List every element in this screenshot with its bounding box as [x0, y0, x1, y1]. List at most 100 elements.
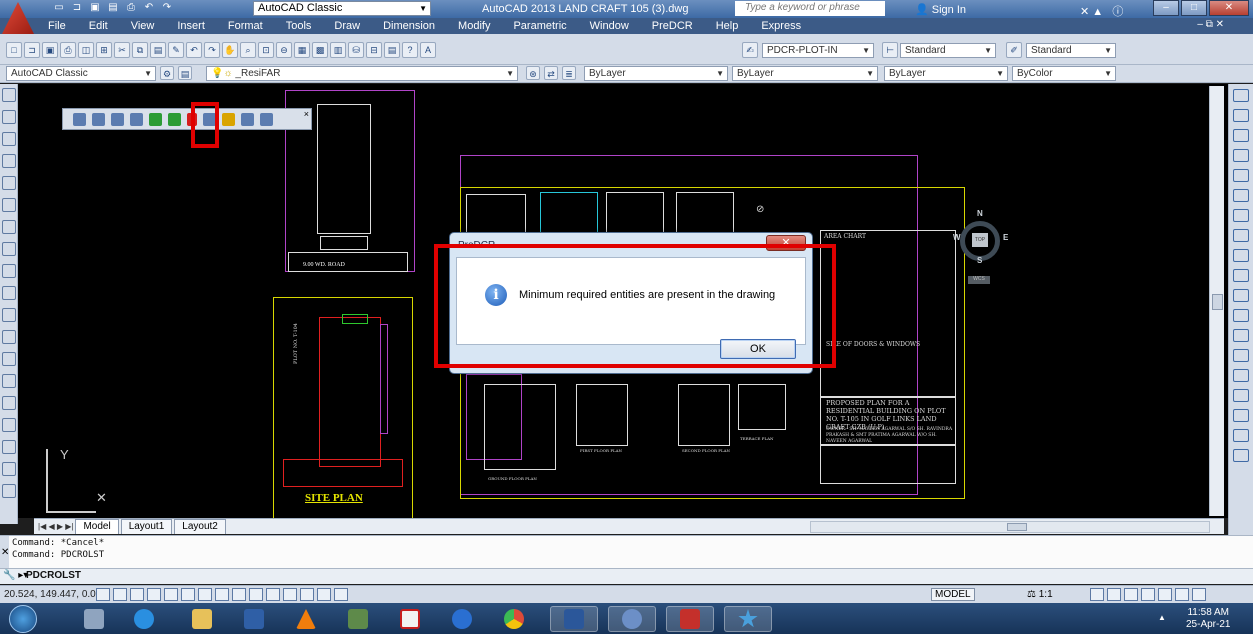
array-icon[interactable] — [1233, 169, 1249, 182]
copy-object-icon[interactable] — [1233, 109, 1249, 122]
join-icon[interactable] — [1233, 329, 1249, 342]
print-icon[interactable]: ⎙ — [60, 42, 76, 58]
close-icon[interactable]: × — [304, 109, 309, 119]
polyline-icon[interactable] — [2, 132, 16, 146]
revcloud-icon[interactable] — [2, 242, 16, 256]
rectangle-icon[interactable] — [2, 176, 16, 190]
scale-icon[interactable] — [1233, 229, 1249, 242]
copy-icon[interactable]: ⧉ — [132, 42, 148, 58]
sheet-set-icon[interactable]: ⛁ — [348, 42, 364, 58]
taskbar-app-word[interactable] — [550, 606, 598, 632]
menu-edit[interactable]: Edit — [89, 20, 108, 32]
zoom-window-icon[interactable]: ⊡ — [258, 42, 274, 58]
paste-icon[interactable]: ▤ — [150, 42, 166, 58]
erase-icon[interactable] — [1233, 89, 1249, 102]
break-icon[interactable] — [1233, 309, 1249, 322]
ellipse-icon[interactable] — [2, 286, 16, 300]
taskbar-app-folder[interactable] — [178, 606, 226, 632]
point-icon[interactable] — [2, 374, 16, 388]
markup-icon[interactable]: ⊟ — [366, 42, 382, 58]
menu-modify[interactable]: Modify — [458, 20, 490, 32]
taskbar-app-pdf[interactable] — [386, 606, 434, 632]
isolate-icon[interactable] — [1175, 588, 1189, 601]
workspace-settings-icon[interactable]: ⚙ — [160, 66, 174, 80]
new-icon[interactable]: ▭ — [52, 1, 66, 14]
hardware-accel-icon[interactable] — [1158, 588, 1172, 601]
tool-palettes-icon[interactable]: ▥ — [330, 42, 346, 58]
annotation-visibility-icon[interactable] — [1090, 588, 1104, 601]
blend-icon[interactable] — [1233, 389, 1249, 402]
offset-icon[interactable] — [1233, 149, 1249, 162]
qp-icon[interactable] — [300, 588, 314, 601]
snap-icon[interactable] — [113, 588, 127, 601]
draworder-icon[interactable] — [1233, 429, 1249, 442]
fillet-icon[interactable] — [1233, 369, 1249, 382]
close-command-icon[interactable]: ✕ — [1, 547, 9, 558]
menu-predcr[interactable]: PreDCR — [652, 20, 693, 32]
taskbar-app-paint[interactable] — [608, 606, 656, 632]
table-style-icon[interactable]: ✐ — [1006, 42, 1022, 58]
system-clock[interactable]: 11:58 AM 25-Apr-21 — [1186, 607, 1230, 631]
linetype-select[interactable]: ByLayer ▼ — [732, 66, 878, 81]
help-icon[interactable]: ? — [402, 42, 418, 58]
infer-icon[interactable] — [96, 588, 110, 601]
minimize-button[interactable]: – — [1153, 0, 1179, 16]
start-button[interactable] — [9, 605, 37, 633]
mdi-controls[interactable]: – ⧉ ✕ — [1197, 19, 1224, 30]
layer-previous-icon[interactable]: ⇄ — [544, 66, 558, 80]
3dosnap-icon[interactable] — [198, 588, 212, 601]
viewcube-top[interactable]: TOP — [972, 233, 988, 247]
taskbar-app-utility[interactable] — [334, 606, 382, 632]
wcs-menu[interactable]: WCS — [968, 276, 990, 284]
menu-help[interactable]: Help — [716, 20, 739, 32]
taskbar-app-predcr[interactable] — [724, 606, 772, 632]
otrack-icon[interactable] — [215, 588, 229, 601]
line-icon[interactable] — [2, 88, 16, 102]
vertical-scrollbar[interactable] — [1209, 86, 1224, 516]
calc-icon[interactable]: ▤ — [384, 42, 400, 58]
menu-dimension[interactable]: Dimension — [383, 20, 435, 32]
extend-icon[interactable] — [1233, 289, 1249, 302]
menu-tools[interactable]: Tools — [286, 20, 312, 32]
dim-style-select[interactable]: Standard ▼ — [900, 43, 996, 58]
predcr-block-icon[interactable] — [130, 112, 143, 126]
trim-icon[interactable] — [1233, 269, 1249, 282]
zoom-previous-icon[interactable]: ⊖ — [276, 42, 292, 58]
preview-icon[interactable]: ◫ — [78, 42, 94, 58]
menu-parametric[interactable]: Parametric — [513, 20, 566, 32]
color-select[interactable]: ByLayer ▼ — [584, 66, 728, 81]
taskbar-app-help[interactable] — [438, 606, 486, 632]
sc-icon[interactable] — [317, 588, 331, 601]
mtext-icon[interactable] — [2, 484, 16, 498]
lock-icon[interactable] — [1141, 588, 1155, 601]
rotate-icon[interactable] — [1233, 209, 1249, 222]
circle-icon[interactable] — [2, 220, 16, 234]
tab-nav-arrows-icon[interactable]: |◀ ◀ ▶ ▶| — [38, 522, 73, 531]
command-input[interactable]: 🔧 ▸▾ PDCROLST — [0, 568, 1253, 584]
save-file-icon[interactable]: ▣ — [42, 42, 58, 58]
lwt-icon[interactable] — [266, 588, 280, 601]
ortho-icon[interactable] — [147, 588, 161, 601]
horizontal-scrollbar[interactable] — [810, 521, 1210, 533]
region-icon[interactable] — [2, 440, 16, 454]
predcr-tree-icon[interactable] — [111, 112, 124, 126]
lineweight-select[interactable]: ByLayer ▼ — [884, 66, 1008, 81]
menu-insert[interactable]: Insert — [177, 20, 205, 32]
spline-icon[interactable] — [2, 264, 16, 278]
horizontal-scrollbar-thumb[interactable] — [1007, 523, 1027, 531]
design-center-icon[interactable]: ▩ — [312, 42, 328, 58]
text-style-select[interactable]: PDCR-PLOT-IN ▼ — [762, 43, 874, 58]
taskbar-app-ie[interactable] — [120, 606, 168, 632]
plot-icon[interactable]: ⎙ — [124, 1, 138, 14]
predcr-list-icon[interactable] — [92, 112, 105, 126]
chamfer-icon[interactable] — [1233, 349, 1249, 362]
tab-layout2[interactable]: Layout2 — [174, 519, 226, 534]
publish-icon[interactable]: ⊞ — [96, 42, 112, 58]
construction-line-icon[interactable] — [2, 110, 16, 124]
polar-icon[interactable] — [164, 588, 178, 601]
menu-express[interactable]: Express — [761, 20, 801, 32]
wrench-icon[interactable]: 🔧 ▸▾ — [3, 570, 28, 581]
cut-icon[interactable]: ✂ — [114, 42, 130, 58]
predcr-help-icon[interactable] — [222, 112, 235, 126]
search-input[interactable]: Type a keyword or phrase — [735, 1, 885, 16]
